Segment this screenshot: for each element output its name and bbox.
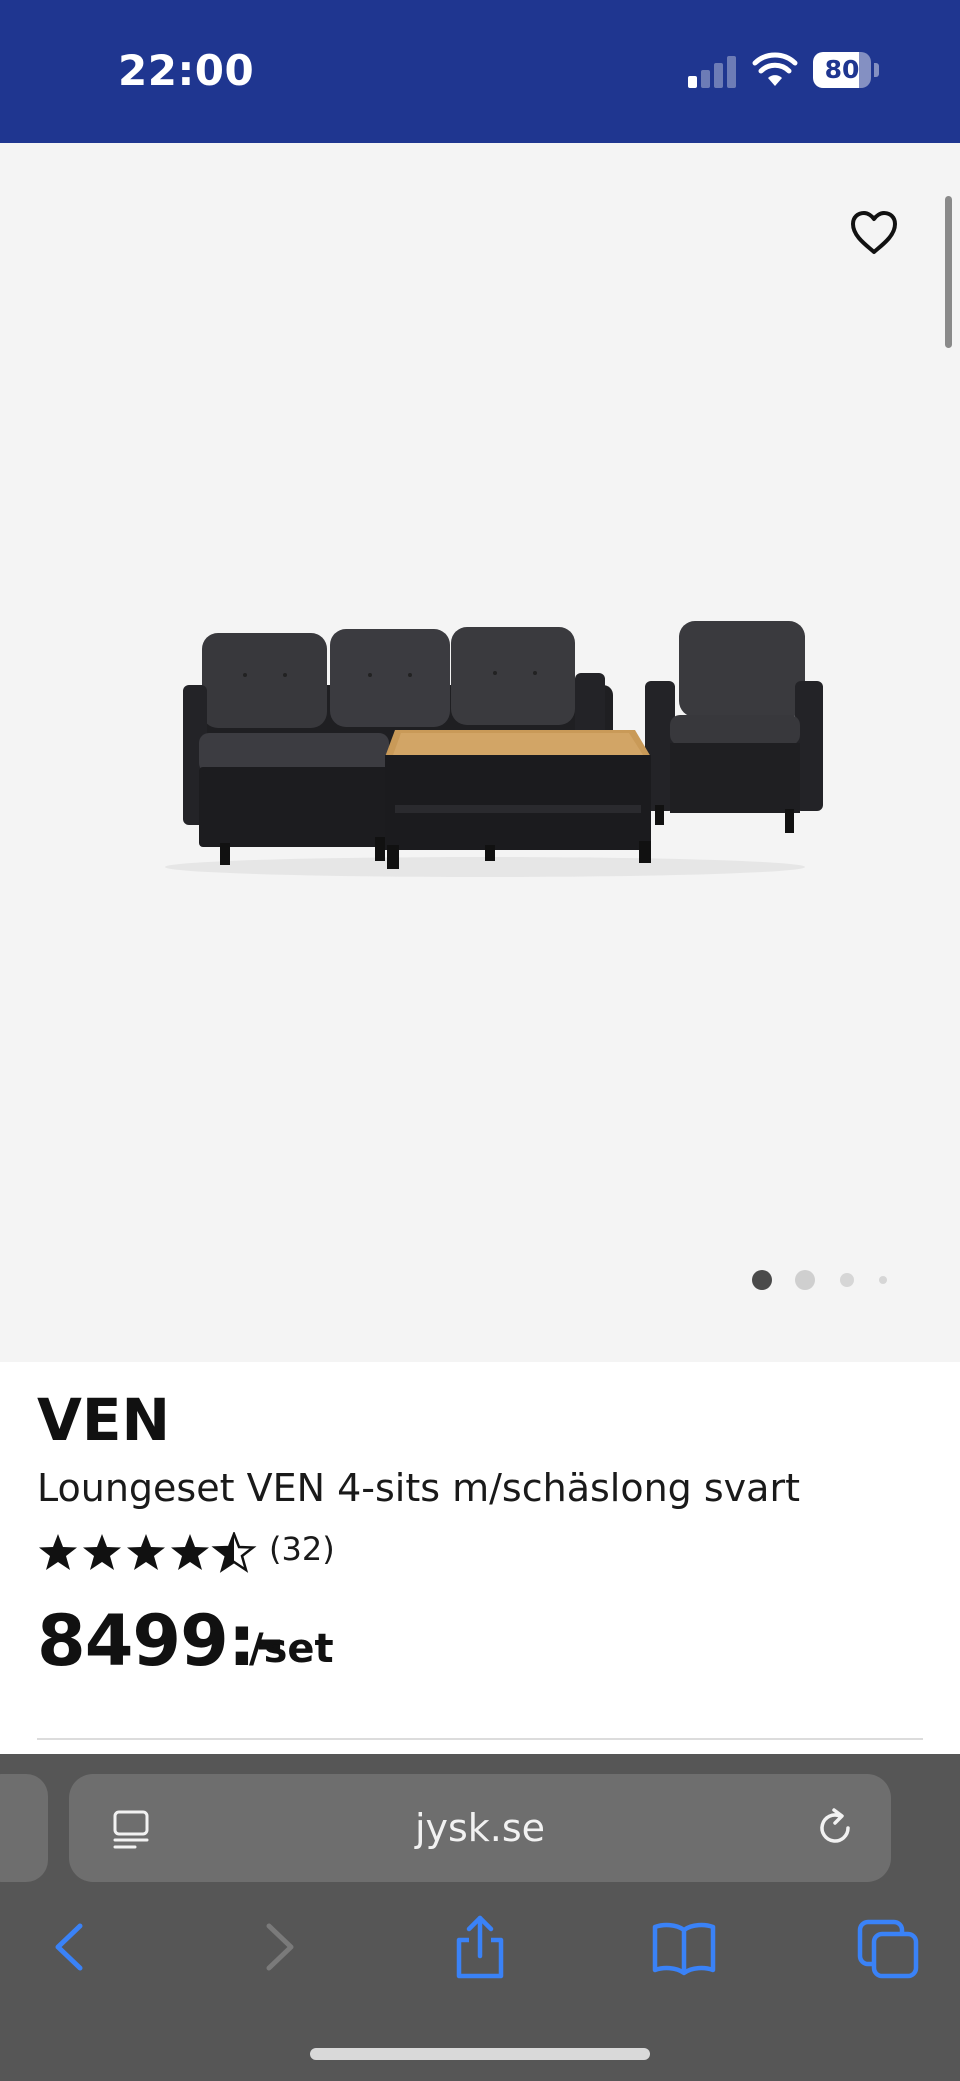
battery-level: 80: [824, 55, 860, 84]
gallery-dot-2[interactable]: [795, 1270, 815, 1290]
previous-tab-preview[interactable]: [0, 1774, 48, 1882]
rating-stars-icon: [39, 1532, 255, 1572]
battery-icon: 80: [813, 52, 871, 88]
cellular-signal-icon: [688, 56, 738, 88]
bookmarks-icon[interactable]: [649, 1912, 719, 1982]
page-scrollbar[interactable]: [945, 196, 952, 348]
status-time: 22:00: [118, 46, 255, 95]
home-indicator[interactable]: [310, 2048, 650, 2060]
gallery-pagination[interactable]: [748, 1268, 898, 1292]
wifi-icon: [752, 52, 798, 86]
battery-cap: [874, 63, 879, 77]
url-text: jysk.se: [414, 1806, 546, 1850]
tabs-icon[interactable]: [854, 1912, 924, 1982]
gallery-dot-4[interactable]: [879, 1276, 887, 1284]
status-bar: 22:00 80: [0, 0, 960, 143]
product-title: Loungeset VEN 4-sits m/schäslong svart: [37, 1466, 800, 1510]
heart-outline-icon[interactable]: [848, 208, 900, 258]
product-rating[interactable]: (32): [37, 1530, 357, 1576]
product-price: 8499:-: [37, 1600, 284, 1682]
product-page: 22:00 80 VEN Loungeset VEN 4-sits m/schä…: [0, 0, 960, 2081]
section-divider: [37, 1738, 923, 1740]
gallery-dot-1[interactable]: [752, 1270, 772, 1290]
product-brand: VEN: [37, 1386, 171, 1454]
gallery-dot-3[interactable]: [840, 1273, 854, 1287]
reload-icon[interactable]: [814, 1806, 858, 1850]
product-image: [165, 621, 823, 877]
back-icon[interactable]: [36, 1912, 106, 1982]
price-unit: /set: [249, 1626, 334, 1672]
share-icon[interactable]: [445, 1912, 515, 1982]
forward-icon[interactable]: [243, 1912, 313, 1982]
address-bar[interactable]: jysk.se: [69, 1774, 891, 1882]
review-count: (32): [269, 1530, 335, 1568]
